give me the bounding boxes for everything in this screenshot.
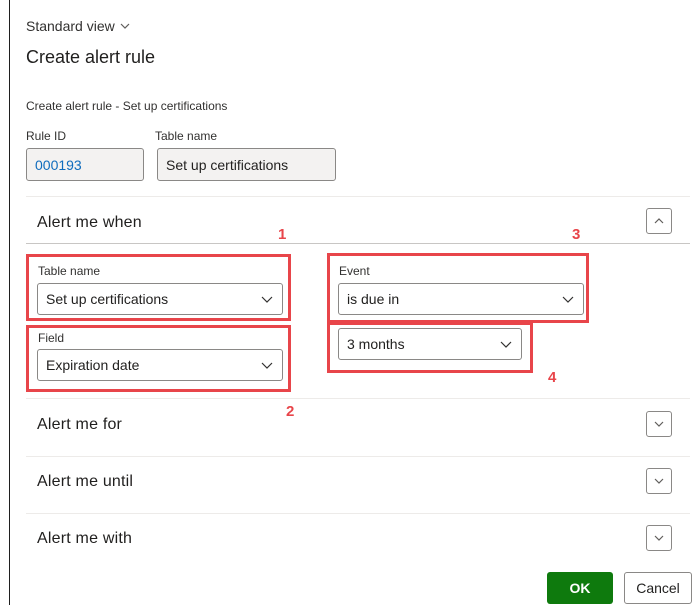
when-table-name-select[interactable]: Set up certifications <box>37 283 283 315</box>
when-table-name-value: Set up certifications <box>46 291 169 307</box>
page-subtitle: Create alert rule - Set up certification… <box>26 99 228 113</box>
chevron-down-icon <box>261 362 273 369</box>
section-divider <box>26 456 690 457</box>
ok-button[interactable]: OK <box>547 572 613 604</box>
section-divider <box>26 398 690 399</box>
chevron-down-icon <box>654 421 664 427</box>
table-name-field: Set up certifications <box>157 148 336 181</box>
section-alert-me-with-heading: Alert me with <box>37 530 133 547</box>
chevron-down-icon <box>654 535 664 541</box>
chevron-down-icon <box>562 296 574 303</box>
view-switcher[interactable]: Standard view <box>26 18 131 34</box>
section-divider <box>26 243 690 244</box>
rule-id-field: 000193 <box>26 148 144 181</box>
annotation-number-1: 1 <box>278 226 287 243</box>
view-switcher-label: Standard view <box>26 18 115 34</box>
rule-id-label: Rule ID <box>26 129 67 143</box>
table-name-label: Table name <box>155 129 218 143</box>
event-value: is due in <box>347 291 400 307</box>
event-select[interactable]: is due in <box>338 283 584 315</box>
section-alert-me-when-heading: Alert me when <box>37 214 142 231</box>
cancel-button[interactable]: Cancel <box>624 572 692 604</box>
period-value: 3 months <box>347 336 405 352</box>
section-alert-me-until-heading: Alert me until <box>37 473 134 490</box>
expand-alert-me-with-button[interactable] <box>646 525 672 551</box>
expand-alert-me-for-button[interactable] <box>646 411 672 437</box>
chevron-down-icon <box>261 296 273 303</box>
period-select[interactable]: 3 months <box>338 328 522 360</box>
chevron-up-icon <box>654 218 664 224</box>
field-value: Expiration date <box>46 357 140 373</box>
field-select[interactable]: Expiration date <box>37 349 283 381</box>
chevron-down-icon <box>120 23 130 29</box>
annotation-number-3: 3 <box>572 226 581 243</box>
section-alert-me-for-heading: Alert me for <box>37 416 123 433</box>
annotation-number-4: 4 <box>548 369 557 386</box>
section-divider <box>26 196 690 197</box>
chevron-down-icon <box>500 341 512 348</box>
page-title: Create alert rule <box>26 47 156 67</box>
field-label: Field <box>38 331 65 345</box>
chevron-down-icon <box>654 478 664 484</box>
when-table-name-label: Table name <box>38 264 101 278</box>
event-label: Event <box>339 264 370 278</box>
collapse-alert-me-when-button[interactable] <box>646 208 672 234</box>
expand-alert-me-until-button[interactable] <box>646 468 672 494</box>
annotation-number-2: 2 <box>286 403 295 420</box>
section-divider <box>26 513 690 514</box>
